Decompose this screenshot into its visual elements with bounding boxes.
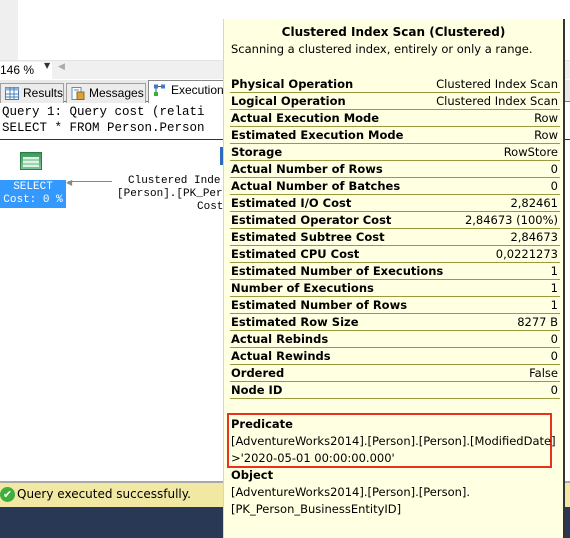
property-row: Physical Operation Clustered Index Scan: [230, 76, 560, 93]
success-check-icon: ✔: [0, 487, 15, 502]
property-key: Estimated CPU Cost: [231, 247, 360, 261]
property-row: Node ID 0: [230, 382, 560, 399]
property-key: Estimated Execution Mode: [231, 128, 404, 142]
property-value: False: [529, 366, 558, 380]
predicate-text-line2: >'2020-05-01 00:00:00.000': [231, 451, 395, 465]
tab-execution-plan[interactable]: Execution: [148, 80, 228, 103]
sql-statement-line: SELECT * FROM Person.Person: [2, 121, 205, 135]
property-key: Node ID: [231, 383, 283, 397]
tooltip-properties: Physical Operation Clustered Index Scan Lo…: [230, 76, 560, 399]
ci-node-cost[interactable]: Cost: [197, 201, 223, 214]
object-text-line1: [AdventureWorks2014].[Person].[Person].: [231, 485, 471, 499]
select-node-label: SELECT Cost: 0 %: [0, 180, 66, 208]
query-cost-line: Query 1: Query cost (relati: [2, 105, 205, 119]
property-row: Actual Rewinds 0: [230, 348, 560, 365]
predicate-text-line1: [AdventureWorks2014].[Person].[Person].[…: [231, 434, 556, 448]
property-row: Storage RowStore: [230, 144, 560, 161]
object-text-line2: [PK_Person_BusinessEntityID]: [231, 502, 402, 516]
ci-node-object[interactable]: [Person].[PK_Pers: [117, 188, 229, 201]
property-key: Actual Number of Batches: [231, 179, 401, 193]
property-value: 0,0221273: [495, 247, 558, 261]
select-node-title: SELECT: [13, 181, 53, 193]
property-value: 2,84673: [510, 230, 558, 244]
property-value: RowStore: [503, 145, 558, 159]
property-row: Estimated Operator Cost 2,84673 (100%): [230, 212, 560, 229]
property-key: Estimated Subtree Cost: [231, 230, 385, 244]
property-row: Estimated Execution Mode Row: [230, 127, 560, 144]
scroll-left-icon[interactable]: ◀: [58, 62, 65, 72]
property-row: Actual Number of Batches 0: [230, 178, 560, 195]
property-value: 0: [550, 332, 558, 346]
property-row: Estimated CPU Cost 0,0221273: [230, 246, 560, 263]
property-value: Row: [534, 128, 558, 142]
property-key: Actual Rebinds: [231, 332, 329, 346]
editor-gutter: [0, 0, 18, 60]
property-row: Actual Number of Rows 0: [230, 161, 560, 178]
property-row: Actual Rebinds 0: [230, 331, 560, 348]
property-key: Storage: [231, 145, 283, 159]
property-key: Estimated I/O Cost: [231, 196, 352, 210]
property-value: 8277 B: [517, 315, 558, 329]
predicate-title: Predicate: [231, 417, 293, 431]
property-value: 0: [550, 162, 558, 176]
property-value: 1: [550, 298, 558, 312]
property-key: Estimated Number of Executions: [231, 264, 444, 278]
property-key: Ordered: [231, 366, 285, 380]
property-value: Clustered Index Scan: [436, 77, 558, 91]
property-value: Clustered Index Scan: [436, 94, 558, 108]
property-key: Estimated Number of Rows: [231, 298, 408, 312]
property-key: Actual Execution Mode: [231, 111, 380, 125]
property-key: Logical Operation: [231, 94, 346, 108]
tab-messages-label: Messages: [89, 86, 144, 100]
property-key: Actual Rewinds: [231, 349, 331, 363]
property-row: Estimated Row Size 8277 B: [230, 314, 560, 331]
property-value: 0: [550, 179, 558, 193]
property-value: 2,84673 (100%): [464, 213, 558, 227]
ci-node-title[interactable]: Clustered Inde:: [128, 175, 227, 188]
tab-results-label: Results: [23, 86, 64, 100]
property-row: Ordered False: [230, 365, 560, 382]
property-row: Estimated Number of Executions 1: [230, 263, 560, 280]
messages-icon: [71, 87, 85, 100]
tab-results[interactable]: Results: [0, 83, 64, 103]
property-value: 1: [550, 281, 558, 295]
data-flow-arrow: [68, 181, 112, 182]
property-value: 2,82461: [510, 196, 558, 210]
property-row: Estimated Number of Rows 1: [230, 297, 560, 314]
execution-plan-icon: [154, 84, 165, 96]
select-result-icon: [20, 152, 42, 170]
property-value: Row: [534, 111, 558, 125]
property-key: Physical Operation: [231, 77, 354, 91]
property-value: 0: [550, 383, 558, 397]
chevron-down-icon[interactable]: ▼: [44, 61, 50, 70]
tab-execution-label: Execution: [171, 83, 224, 97]
property-key: Estimated Row Size: [231, 315, 359, 329]
property-row: Actual Execution Mode Row: [230, 110, 560, 127]
property-value: 0: [550, 349, 558, 363]
property-value: 1: [550, 264, 558, 278]
operator-tooltip: Clustered Index Scan (Clustered) Scannin…: [223, 19, 565, 538]
property-row: Number of Executions 1: [230, 280, 560, 297]
property-row: Estimated I/O Cost 2,82461: [230, 195, 560, 212]
tooltip-description: Scanning a clustered index, entirely or …: [231, 42, 533, 56]
property-key: Number of Executions: [231, 281, 374, 295]
property-row: Logical Operation Clustered Index Scan: [230, 93, 560, 110]
data-flow-arrowhead-icon: ◀: [66, 178, 73, 187]
grid-icon: [5, 87, 19, 100]
property-key: Estimated Operator Cost: [231, 213, 392, 227]
property-row: Estimated Subtree Cost 2,84673: [230, 229, 560, 246]
property-key: Actual Number of Rows: [231, 162, 383, 176]
tooltip-title: Clustered Index Scan (Clustered): [281, 25, 506, 39]
status-message: Query executed successfully.: [17, 487, 191, 501]
select-node-cost: Cost: 0 %: [3, 194, 63, 206]
zoom-level-value: 146 %: [0, 63, 35, 77]
object-title: Object: [231, 468, 274, 482]
tab-messages[interactable]: Messages: [66, 83, 146, 103]
